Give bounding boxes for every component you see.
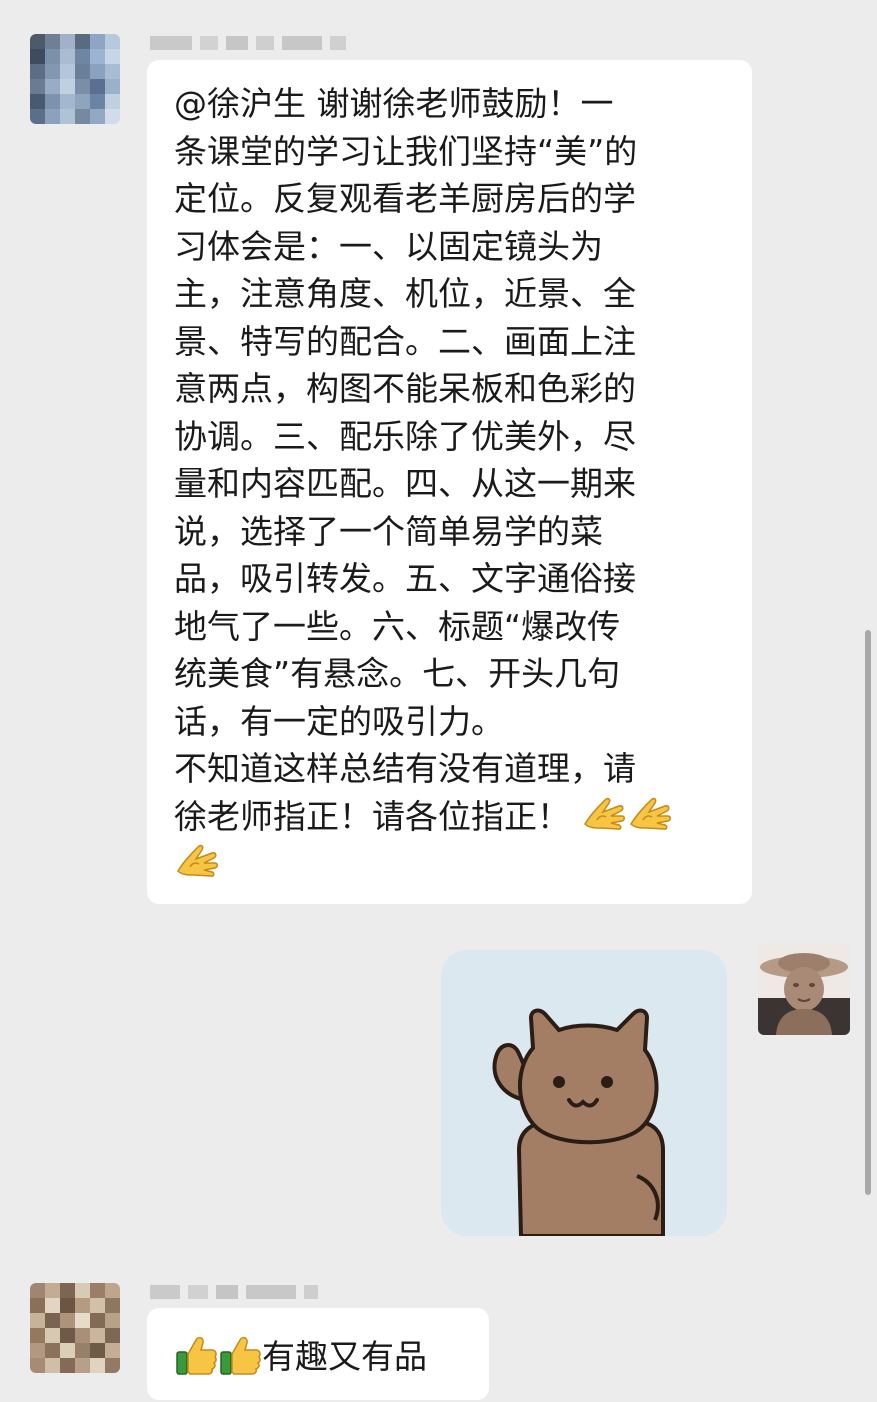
message-line: 品，吸引转发。五、文字通俗接 xyxy=(174,559,636,598)
message-line: 地气了一些。六、标题“爆改传 xyxy=(174,606,621,646)
message-line: 话，有一定的吸引力。 xyxy=(174,701,504,741)
self-avatar[interactable] xyxy=(758,943,850,1035)
message-line: 量和内容匹配。四、从这一期来 xyxy=(174,464,636,503)
message-line: 徐老师指正！请各位指正！ xyxy=(174,796,570,836)
message-bubble-reply[interactable]: 有趣又有品 xyxy=(147,1308,489,1400)
message-line: 景、特写的配合。二、画面上注 xyxy=(174,321,636,361)
sender-avatar[interactable] xyxy=(30,1283,120,1373)
message-line: 统美食”有悬念。七、开头几句 xyxy=(174,654,621,693)
message-line: 主，注意角度、机位，近景、全 xyxy=(174,274,636,313)
scrollbar[interactable] xyxy=(865,630,871,1195)
sender-name-blurred xyxy=(150,36,354,50)
message-line-emoji xyxy=(174,840,730,888)
message-line: 意两点，构图不能呆板和色彩的 xyxy=(174,369,636,408)
sender-name-blurred xyxy=(150,1285,326,1299)
ok-hand-emoji xyxy=(174,841,220,881)
cat-sticker-image[interactable] xyxy=(441,950,727,1236)
reply-text: 有趣又有品 xyxy=(262,1337,427,1376)
sender-avatar[interactable] xyxy=(30,34,120,124)
message-line: @徐沪生 谢谢徐老师鼓励！一 xyxy=(174,84,614,123)
message-line: 习体会是：一、以固定镜头为 xyxy=(174,226,603,266)
waving-cat-icon xyxy=(492,1008,665,1236)
thumbs-up-emoji xyxy=(218,1332,262,1376)
ok-hand-emoji xyxy=(627,794,673,834)
message-line: 条课堂的学习让我们坚持“美”的 xyxy=(174,131,638,171)
ok-hand-emoji xyxy=(581,794,627,834)
message-line: 协调。三、配乐除了优美外，尽 xyxy=(174,416,636,456)
thumbs-up-emoji xyxy=(174,1332,218,1376)
message-line: 定位。反复观看老羊厨房后的学 xyxy=(174,179,636,218)
message-line-with-emoji: 徐老师指正！请各位指正！ xyxy=(174,793,730,841)
message-line: 说，选择了一个简单易学的菜 xyxy=(174,511,603,551)
message-bubble-text[interactable]: @徐沪生 谢谢徐老师鼓励！一 条课堂的学习让我们坚持“美”的 定位。反复观看老羊… xyxy=(147,60,752,904)
message-line: 不知道这样总结有没有道理，请 xyxy=(174,749,636,788)
